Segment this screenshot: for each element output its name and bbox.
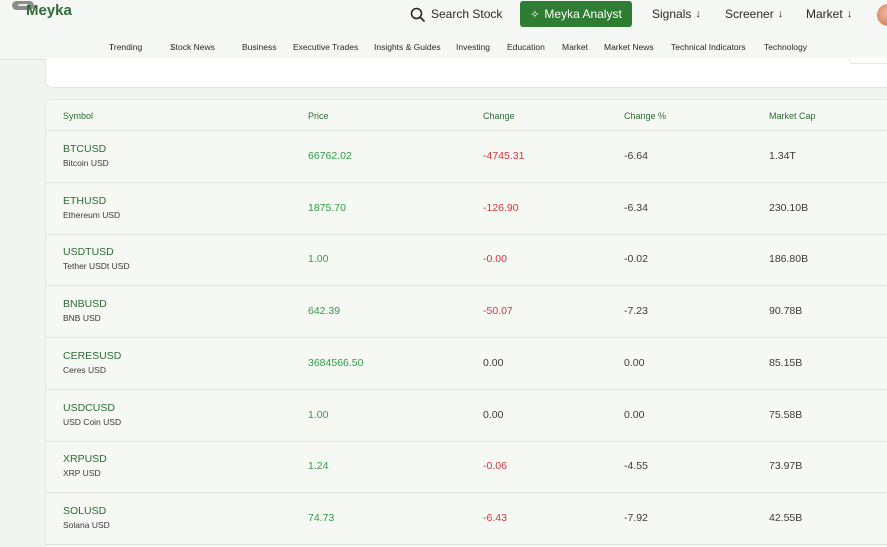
table-row[interactable]: USDTUSD Tether USDt USD 1.00 -0.00 -0.02 186.…: [46, 234, 887, 287]
table-row[interactable]: USDCUSD USD Coin USD 1.00 0.00 0.00 75.58B: [46, 390, 887, 442]
market-cap-cell: 186.80B: [769, 253, 809, 266]
symbol-cell[interactable]: CERESUSD: [63, 350, 121, 362]
nav-market-label: Market: [806, 7, 843, 21]
market-cap-cell: 90.78B: [769, 305, 803, 318]
arrow-down-icon: ↓: [846, 8, 853, 20]
name-cell: Ceres USD: [63, 364, 106, 375]
subnav-item-market-news[interactable]: Market News: [604, 42, 654, 52]
column-header-market-cap[interactable]: Market Cap: [769, 111, 816, 121]
user-avatar[interactable]: [877, 4, 887, 26]
subnav-item-business[interactable]: Business: [242, 42, 277, 52]
price-cell: 66762.02: [308, 150, 352, 162]
change-pct-cell: -0.02: [624, 253, 648, 266]
symbol-cell[interactable]: USDCUSD: [63, 402, 115, 414]
price-cell: 642.39: [308, 305, 341, 318]
subnav-item-executive-trades[interactable]: Executive Trades: [293, 42, 358, 52]
change-cell: 0.00: [483, 408, 504, 421]
subnav-item-technology[interactable]: Technology: [764, 42, 807, 52]
change-pct-cell: 0.00: [624, 356, 645, 369]
symbol-cell[interactable]: SOLUSD: [63, 505, 106, 517]
price-cell: 74.73: [308, 511, 335, 524]
change-pct-cell: -6.64: [624, 150, 648, 162]
table-row[interactable]: CERESUSD Ceres USD 3684566.50 0.00 0.00 85.15…: [46, 338, 887, 390]
search-stock-button[interactable]: Search Stock: [410, 0, 502, 28]
name-cell: Ethereum USD: [63, 209, 121, 220]
market-cap-cell: 75.58B: [769, 408, 803, 421]
price-cell: 1.00: [308, 253, 329, 266]
change-pct-cell: -6.34: [624, 201, 648, 214]
column-header-change[interactable]: Change: [483, 111, 515, 121]
change-cell: -0.06: [483, 460, 507, 473]
arrow-down-icon: ↓: [170, 42, 175, 52]
change-cell: -4745.31: [483, 150, 525, 162]
change-pct-cell: 0.00: [624, 408, 645, 421]
subnav-item-investing[interactable]: Investing: [456, 42, 490, 52]
meyka-analyst-button[interactable]: ✧ Meyka Analyst: [520, 1, 632, 27]
market-cap-cell: 1.34T: [769, 150, 796, 162]
meyka-analyst-label: Meyka Analyst: [544, 7, 622, 21]
change-pct-cell: -7.92: [624, 511, 648, 524]
name-cell: BNB USD: [63, 313, 101, 324]
brand-name[interactable]: Meyka: [26, 2, 72, 19]
column-header-symbol[interactable]: Symbol: [63, 111, 93, 121]
symbol-cell[interactable]: BTCUSD: [63, 143, 106, 155]
symbol-cell[interactable]: BNBUSD: [63, 298, 107, 310]
subnav-item-insights-guides[interactable]: Insights & Guides: [374, 42, 441, 52]
column-header-change-pct[interactable]: Change %: [624, 111, 666, 121]
name-cell: XRP USD: [63, 468, 101, 479]
name-cell: Bitcoin USD: [63, 158, 109, 168]
price-cell: 1875.70: [308, 201, 346, 214]
change-pct-cell: -7.23: [624, 305, 648, 318]
table-row[interactable]: BNBUSD BNB USD 642.39 -50.07 -7.23 90.78B: [46, 286, 887, 339]
search-icon: [410, 7, 425, 22]
table-row[interactable]: XRPUSD XRP USD 1.24 -0.06 -4.55 73.97B: [46, 441, 887, 494]
table-header: Symbol Price Change Change % Market Cap: [46, 100, 887, 131]
price-cell: 1.00: [308, 408, 329, 421]
name-cell: Tether USDt USD: [63, 261, 130, 272]
name-cell: Solana USD: [63, 519, 110, 530]
subnav-label: Stock News: [170, 42, 215, 52]
column-header-price[interactable]: Price: [308, 111, 329, 121]
change-cell: 0.00: [483, 356, 504, 369]
price-cell: 1.24: [308, 460, 329, 473]
sparkle-icon: ✧: [530, 8, 540, 21]
change-cell: -6.43: [483, 511, 507, 524]
search-stock-label: Search Stock: [431, 7, 503, 21]
symbol-cell[interactable]: XRPUSD: [63, 453, 107, 465]
market-cap-cell: 85.15B: [769, 356, 803, 369]
subnav-item-education[interactable]: Education: [507, 42, 545, 52]
change-pct-cell: -4.55: [624, 460, 648, 473]
crypto-table: Symbol Price Change Change % Market Cap …: [45, 99, 887, 547]
subnav-item-market[interactable]: Market: [562, 42, 588, 52]
change-cell: -50.07: [483, 305, 513, 318]
nav-screener-label: Screener: [725, 7, 774, 21]
nav-signals-label: Signals: [652, 7, 692, 21]
subnav-item-technical-indicators[interactable]: Technical Indicators: [671, 42, 746, 52]
change-cell: -0.00: [483, 253, 507, 266]
category-subnav: Trending ↓ Stock News ↓ Business Executi…: [0, 42, 887, 56]
table-row[interactable]: ETHUSD Ethereum USD 1875.70 -126.90 -6.34 230…: [46, 183, 887, 235]
subnav-label: Trending: [109, 42, 143, 52]
symbol-cell[interactable]: USDTUSD: [63, 246, 114, 258]
price-cell: 3684566.50: [308, 356, 364, 369]
nav-signals[interactable]: Signals ↓: [652, 0, 701, 28]
nav-screener[interactable]: Screener ↓: [725, 0, 783, 28]
summary-card: [45, 58, 887, 88]
market-cap-cell: 230.10B: [769, 201, 809, 214]
nav-market[interactable]: Market ↓: [806, 0, 852, 28]
market-cap-cell: 73.97B: [769, 460, 803, 473]
market-cap-cell: 42.55B: [769, 511, 803, 524]
name-cell: USD Coin USD: [63, 416, 122, 427]
symbol-cell[interactable]: ETHUSD: [63, 195, 106, 207]
arrow-down-icon: ↓: [777, 8, 784, 20]
change-cell: -126.90: [483, 201, 519, 214]
table-row[interactable]: SOLUSD Solana USD 74.73 -6.43 -7.92 42.55B: [46, 493, 887, 545]
arrow-down-icon: ↓: [109, 42, 114, 52]
top-header: Meyka Search Stock ✧ Meyka Analyst Signa…: [0, 0, 887, 60]
table-row[interactable]: BTCUSD Bitcoin USD 66762.02 -4745.31 -6.64 1.…: [46, 131, 887, 183]
arrow-down-icon: ↓: [695, 8, 701, 20]
card-control[interactable]: [849, 58, 887, 64]
